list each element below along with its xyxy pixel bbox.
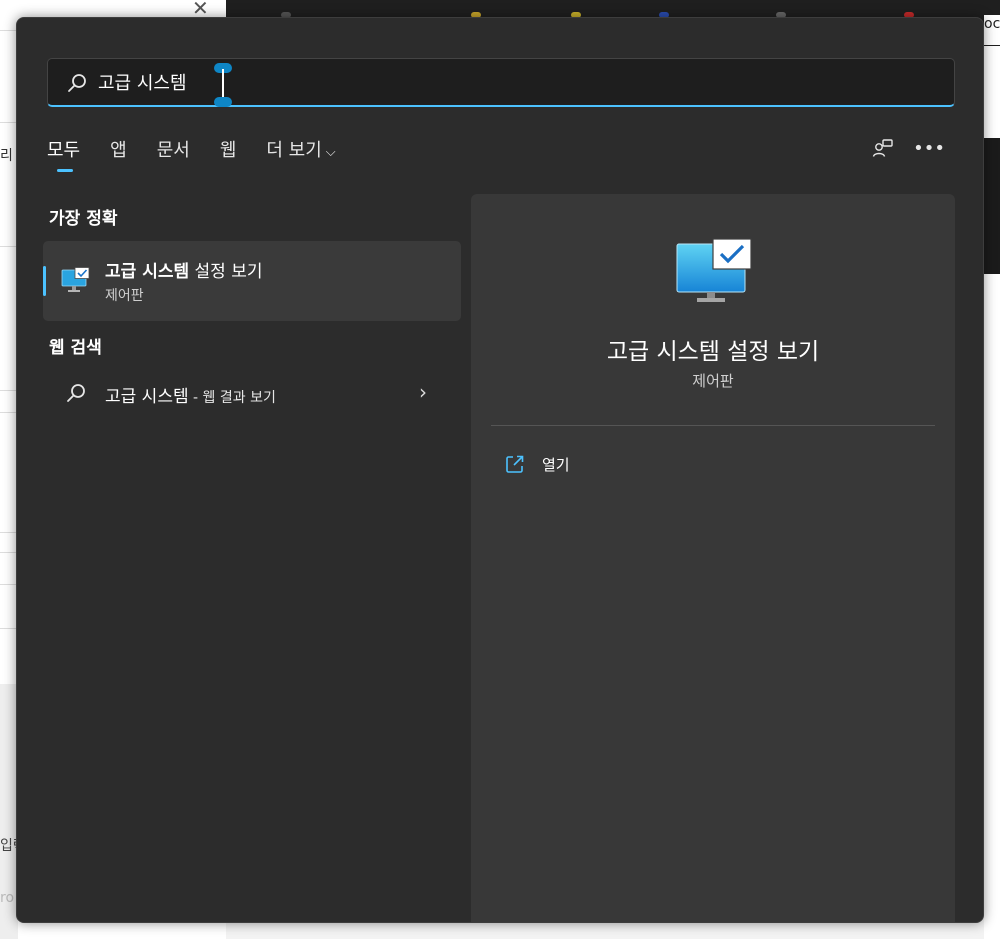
more-options-button[interactable]: •••: [913, 136, 945, 160]
caret-bar: [222, 69, 224, 97]
best-match-subtitle: 제어판: [105, 288, 144, 304]
active-tab-indicator: [57, 169, 73, 172]
search-panel: 모두 앱 문서 웹 더 보기⌵ ••• 가장 정확: [16, 17, 984, 923]
detail-title: 고급 시스템 설정 보기: [606, 339, 820, 365]
search-icon: [67, 384, 85, 402]
filter-tabs: 모두 앱 문서 웹 더 보기 ⌵: [47, 136, 366, 176]
best-match-title-rest: 설정 보기: [189, 262, 263, 282]
tab-apps[interactable]: 앱: [110, 136, 127, 172]
open-external-icon: [506, 455, 524, 473]
detail-subtitle: 제어판: [692, 372, 734, 390]
more-options-icon: •••: [913, 137, 945, 159]
web-result-title: 고급 시스템 - 웹 결과 보기: [105, 382, 276, 407]
open-action-button[interactable]: 열기: [505, 452, 570, 476]
tab-label: 문서: [156, 140, 190, 161]
control-panel-system-icon: [61, 267, 90, 292]
chevron-right-icon[interactable]: ›: [419, 380, 427, 404]
tab-documents[interactable]: 문서: [157, 136, 190, 172]
result-detail-pane: 고급 시스템 설정 보기 제어판 열기: [471, 194, 955, 922]
tab-label: 더 보기: [266, 140, 322, 161]
open-action-label: 열기: [542, 455, 570, 474]
tab-all[interactable]: 모두: [47, 136, 80, 172]
web-result-query: 고급 시스템: [105, 387, 189, 407]
selection-handle-bottom[interactable]: [214, 97, 232, 107]
tab-more[interactable]: 더 보기 ⌵: [266, 136, 335, 172]
tab-label: 앱: [110, 140, 127, 161]
tab-label: 모두: [47, 140, 81, 161]
best-match-result[interactable]: 고급 시스템 설정 보기 제어판: [43, 241, 461, 321]
background-window-right-dark: [984, 138, 1000, 274]
chevron-down-icon: ⌵: [325, 145, 336, 160]
panel-toolbar: •••: [872, 136, 945, 160]
web-search-result[interactable]: 고급 시스템 - 웹 결과 보기 ›: [43, 368, 461, 418]
best-match-title: 고급 시스템 설정 보기: [105, 257, 263, 282]
account-feedback-button[interactable]: [872, 136, 894, 160]
section-web-search-title: 웹 검색: [49, 338, 102, 358]
detail-divider: [491, 425, 935, 426]
account-feedback-icon: [872, 139, 893, 157]
web-result-suffix: - 웹 결과 보기: [188, 390, 276, 406]
search-box[interactable]: [47, 58, 955, 107]
tab-label: 웹: [219, 140, 237, 161]
section-best-match-title: 가장 정확: [49, 209, 118, 229]
search-icon: [68, 74, 86, 92]
selection-accent: [43, 266, 46, 296]
tab-web[interactable]: 웹: [220, 136, 237, 172]
text-cursor[interactable]: [214, 63, 232, 107]
best-match-title-highlight: 고급 시스템: [105, 262, 190, 282]
control-panel-system-icon: [676, 238, 752, 302]
background-text: oc: [984, 15, 1000, 45]
